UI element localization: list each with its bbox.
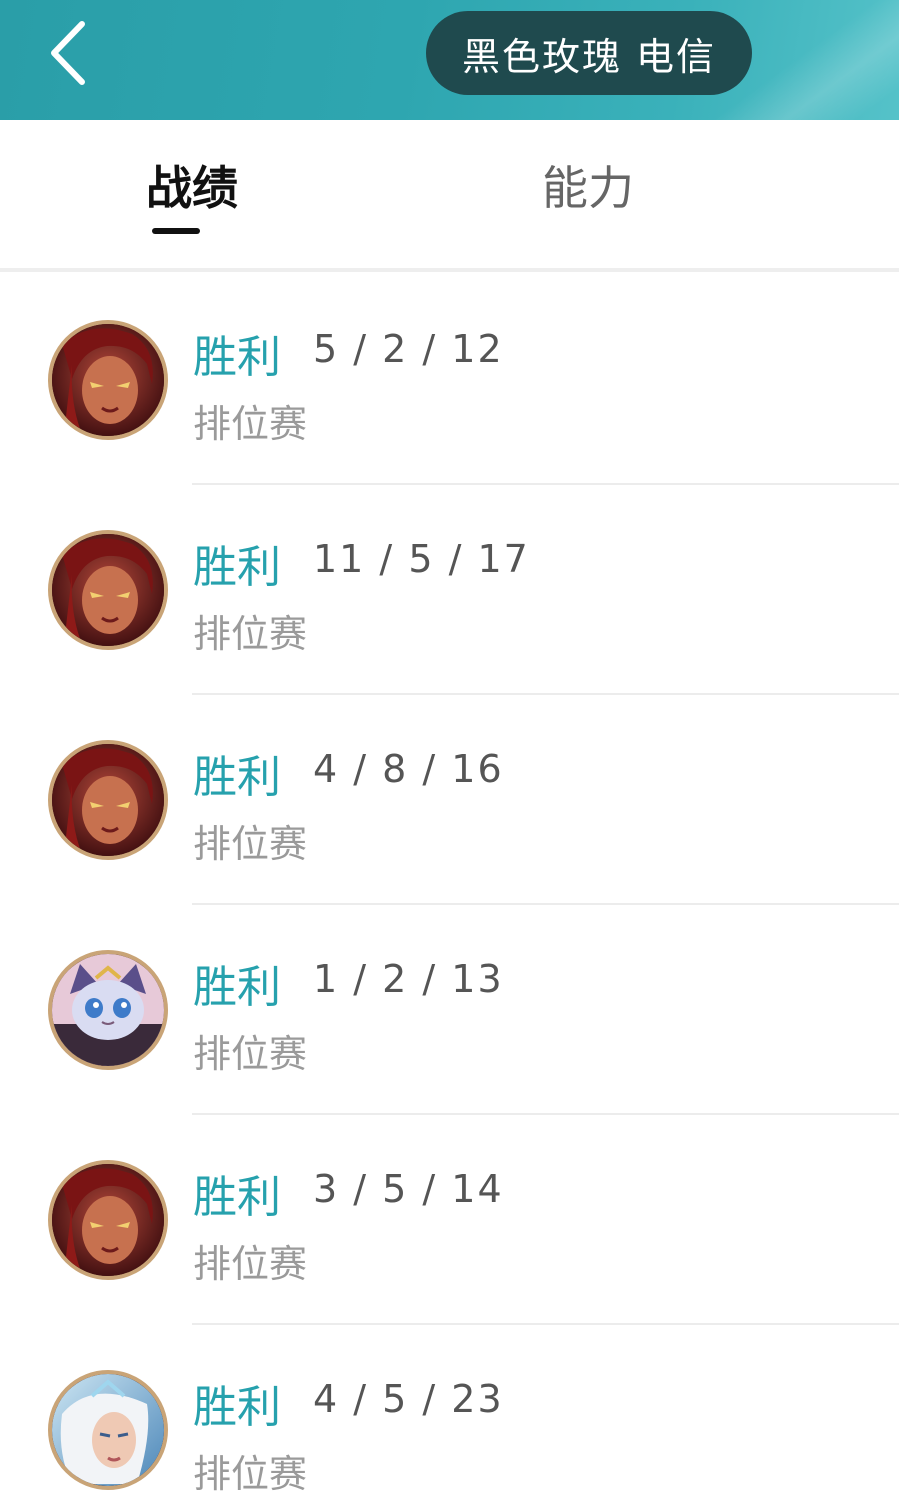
match-result: 胜利	[193, 542, 281, 593]
match-row[interactable]: 胜利 4 / 5 / 23 排位赛	[0, 1325, 899, 1496]
match-mode: 排位赛	[193, 1032, 308, 1076]
player-title-pill[interactable]: 黑色玫瑰 电信	[426, 11, 752, 95]
match-kda: 5 / 2 / 12	[313, 327, 504, 371]
champion-avatar-icon	[48, 320, 168, 440]
match-kda: 11 / 5 / 17	[313, 537, 530, 581]
tab-bar: 战绩 能力	[0, 120, 899, 272]
match-result: 胜利	[193, 1382, 281, 1433]
match-row[interactable]: 胜利 4 / 8 / 16 排位赛	[0, 695, 899, 905]
player-title: 黑色玫瑰 电信	[461, 34, 717, 79]
match-mode: 排位赛	[193, 1452, 308, 1496]
match-mode: 排位赛	[193, 822, 308, 866]
chevron-left-icon	[51, 21, 85, 85]
champion-avatar-icon	[48, 1160, 168, 1280]
tab-record[interactable]: 战绩	[146, 152, 238, 222]
champion-avatar-icon	[48, 530, 168, 650]
match-row[interactable]: 胜利 3 / 5 / 14 排位赛	[0, 1115, 899, 1325]
top-bar: 黑色玫瑰 电信	[0, 0, 899, 120]
match-row[interactable]: 胜利 11 / 5 / 17 排位赛	[0, 485, 899, 695]
match-result: 胜利	[193, 332, 281, 383]
back-button[interactable]	[36, 18, 100, 88]
match-list: 胜利 5 / 2 / 12 排位赛 胜利 11 / 5 / 17 排位赛 胜利 …	[0, 275, 899, 1496]
match-kda: 4 / 8 / 16	[313, 747, 504, 791]
match-row[interactable]: 胜利 1 / 2 / 13 排位赛	[0, 905, 899, 1115]
match-mode: 排位赛	[193, 612, 308, 656]
match-mode: 排位赛	[193, 1242, 308, 1286]
match-kda: 1 / 2 / 13	[313, 957, 504, 1001]
active-tab-indicator	[152, 228, 200, 234]
match-kda: 3 / 5 / 14	[313, 1167, 504, 1211]
champion-avatar-icon	[48, 740, 168, 860]
match-result: 胜利	[193, 1172, 281, 1223]
match-result: 胜利	[193, 752, 281, 803]
match-result: 胜利	[193, 962, 281, 1013]
champion-avatar-icon	[48, 950, 168, 1070]
tab-ability[interactable]: 能力	[542, 152, 634, 222]
match-row[interactable]: 胜利 5 / 2 / 12 排位赛	[0, 275, 899, 485]
match-kda: 4 / 5 / 23	[313, 1377, 504, 1421]
match-mode: 排位赛	[193, 402, 308, 446]
champion-avatar-icon	[48, 1370, 168, 1490]
